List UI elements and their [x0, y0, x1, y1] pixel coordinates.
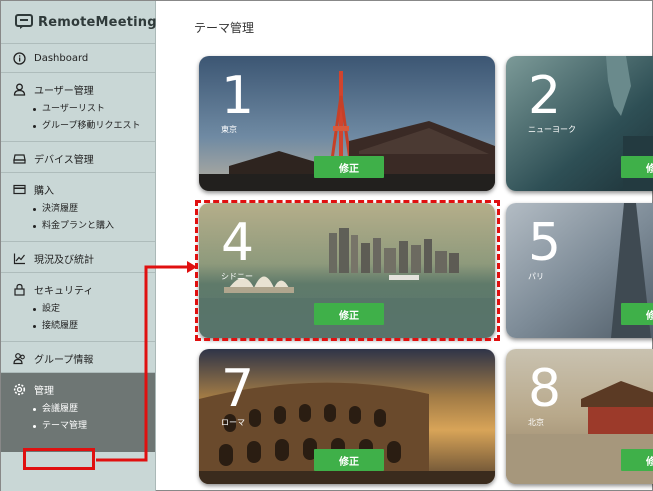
theme-city: ニューヨーク	[528, 125, 576, 134]
theme-card-rome[interactable]: 7 ローマ 修正	[199, 349, 495, 484]
theme-city: ローマ	[221, 418, 245, 427]
theme-card-newyork[interactable]: 2 ニューヨーク 修正	[506, 56, 653, 191]
theme-number: 8	[528, 359, 562, 419]
theme-number: 5	[528, 213, 562, 273]
edit-button[interactable]: 修正	[621, 303, 653, 325]
theme-city: パリ	[528, 272, 544, 281]
edit-button[interactable]: 修正	[621, 156, 653, 178]
edit-button[interactable]: 修正	[314, 449, 384, 471]
theme-city: 東京	[221, 125, 237, 134]
edit-button[interactable]: 修正	[314, 156, 384, 178]
theme-card-beijing[interactable]: 8 北京 修正	[506, 349, 653, 484]
annotation-dashed-box	[195, 200, 500, 341]
theme-number: 2	[528, 66, 562, 126]
theme-card-paris[interactable]: 5 パリ 修正	[506, 203, 653, 338]
theme-card-tokyo[interactable]: 1 東京 修正	[199, 56, 495, 191]
theme-number: 7	[221, 359, 255, 419]
theme-city: 北京	[528, 418, 544, 427]
theme-number: 1	[221, 66, 255, 126]
page-title: テーマ管理	[194, 21, 255, 35]
edit-button[interactable]: 修正	[621, 449, 653, 471]
